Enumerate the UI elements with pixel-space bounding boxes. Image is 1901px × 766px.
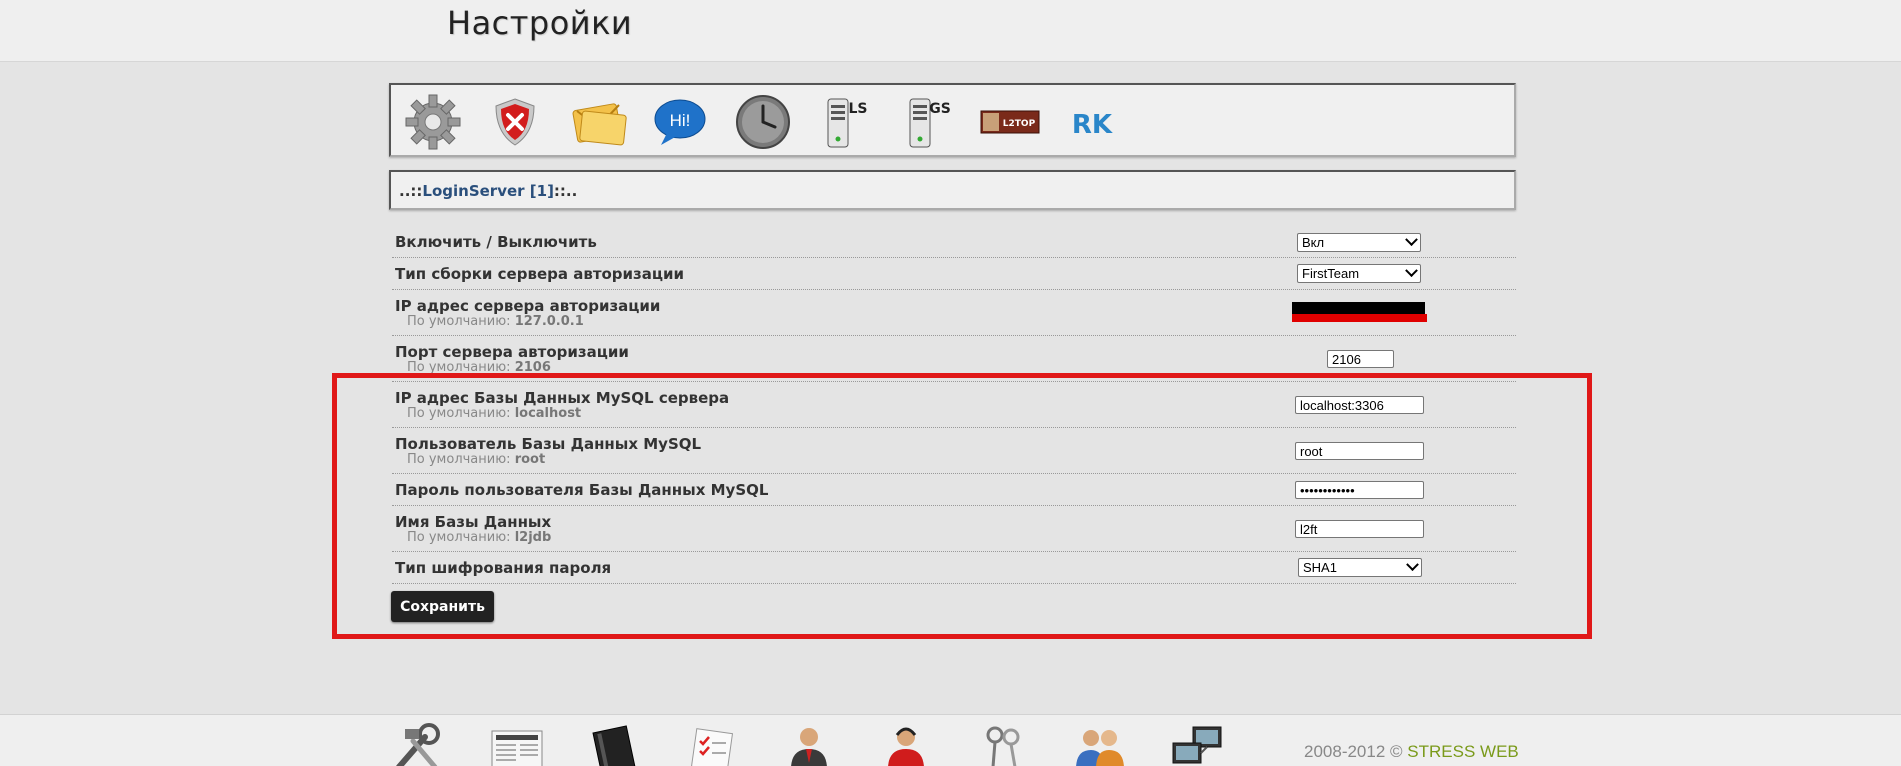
redaction-mark <box>1292 314 1427 322</box>
header-bar: Настройки <box>0 0 1901 62</box>
gear-icon[interactable] <box>402 91 464 153</box>
breadcrumb-server-name[interactable]: LoginServer [1] <box>422 182 554 200</box>
setting-default: По умолчанию: 127.0.0.1 <box>407 314 584 329</box>
setting-label: Порт сервера авторизации <box>395 343 629 361</box>
rk-icon[interactable]: RK <box>1061 91 1123 153</box>
port-input[interactable]: 2106 <box>1327 350 1394 368</box>
book-icon[interactable] <box>585 723 645 766</box>
breadcrumb: ..::LoginServer [1]::.. <box>389 170 1516 210</box>
svg-text:RK: RK <box>1072 110 1113 140</box>
newspaper-icon[interactable] <box>488 723 548 766</box>
setting-server-type-row: Тип сборки сервера авторизации FirstTeam <box>392 258 1516 290</box>
setting-label: IP адрес сервера авторизации <box>395 297 661 315</box>
chat-bubble-icon[interactable]: Hi! <box>649 91 711 153</box>
mail-icon[interactable] <box>567 91 629 153</box>
copyright: 2008-2012 © STRESS WEB <box>1304 742 1519 761</box>
footer: 2008-2012 © STRESS WEB <box>0 714 1901 766</box>
highlight-box <box>332 373 1592 639</box>
server-type-select[interactable]: FirstTeam <box>1297 264 1421 283</box>
setting-label: Включить / Выключить <box>395 233 597 251</box>
svg-text:L2TOP: L2TOP <box>1003 119 1036 129</box>
brand-link[interactable]: STRESS WEB <box>1407 742 1518 761</box>
chevron-down-icon <box>1405 264 1418 278</box>
setting-ip-row: IP адрес сервера авторизации По умолчани… <box>392 290 1516 336</box>
game-server-icon[interactable]: GS <box>896 91 958 153</box>
user-icon[interactable] <box>779 723 839 766</box>
shield-icon[interactable] <box>484 91 546 153</box>
enable-select[interactable]: Вкл <box>1297 233 1421 252</box>
keys-icon[interactable] <box>973 723 1033 766</box>
network-icon[interactable] <box>1167 723 1227 766</box>
l2top-icon[interactable]: L2TOP <box>979 91 1041 153</box>
support-agent-icon[interactable] <box>876 723 936 766</box>
checklist-icon[interactable] <box>682 723 742 766</box>
tools-icon[interactable] <box>391 723 451 766</box>
svg-text:GS: GS <box>929 101 951 117</box>
svg-text:LS: LS <box>848 101 867 117</box>
redacted-ip-field[interactable] <box>1292 302 1425 314</box>
page-title: Настройки <box>447 4 633 42</box>
chevron-down-icon <box>1405 233 1418 247</box>
toolbar: Hi! LS GS L2TOP RK <box>389 83 1516 157</box>
setting-label: Тип сборки сервера авторизации <box>395 265 685 283</box>
setting-enable-row: Включить / Выключить Вкл <box>392 228 1516 258</box>
login-server-icon[interactable]: LS <box>814 91 876 153</box>
svg-text:Hi!: Hi! <box>670 111 691 130</box>
clock-icon[interactable] <box>732 91 794 153</box>
users-icon[interactable] <box>1070 723 1130 766</box>
